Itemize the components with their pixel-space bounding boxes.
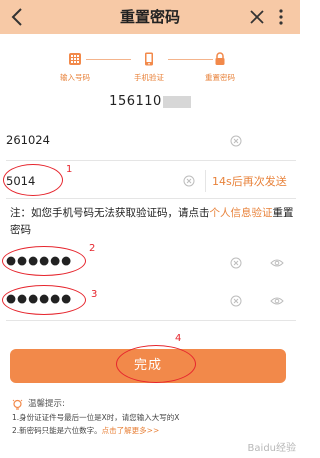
help-note: 注：如您手机号码无法获取验证码，请点击个人信息验证重置密码	[10, 205, 294, 239]
annotation-number: 2	[89, 243, 96, 254]
annotation-number: 3	[91, 289, 98, 300]
clear-icon[interactable]	[230, 135, 242, 147]
watermark: Baidu经验	[248, 439, 296, 454]
divider	[6, 320, 296, 321]
phone-number-mask	[162, 95, 191, 108]
tips-section: 温馨提示: 1.身份证证件号最后一位是X时，请您输入大写的X 2.新密码只能是六…	[12, 398, 292, 437]
tips-heading: 温馨提示:	[12, 398, 292, 411]
eye-icon[interactable]	[270, 258, 284, 268]
divider	[6, 198, 296, 199]
keypad-icon	[69, 53, 81, 65]
tip-line-2-text: 2.新密码只能是六位数字。	[12, 426, 102, 435]
lock-icon	[215, 52, 225, 65]
eye-icon[interactable]	[270, 296, 284, 306]
close-icon[interactable]	[248, 8, 266, 26]
personal-info-verify-link[interactable]: 个人信息验证	[210, 207, 273, 219]
step-label-3: 重置密码	[205, 73, 235, 82]
lightbulb-icon	[12, 399, 23, 410]
annotation-number: 4	[175, 333, 182, 344]
learn-more-link[interactable]: 点击了解更多>>	[102, 426, 160, 435]
note-text: 注：如您手机号码无法获取验证码，请点击	[10, 207, 210, 219]
annotation-circle	[2, 246, 86, 276]
phone-number: 156110	[109, 94, 162, 109]
more-menu-icon[interactable]	[276, 7, 286, 27]
clear-icon[interactable]	[183, 175, 195, 187]
title-bar: 重置密码	[0, 0, 300, 34]
annotation-number: 1	[66, 164, 73, 175]
id-number-field[interactable]: 261024	[0, 122, 300, 160]
resend-code-button[interactable]: 14s后再次发送	[205, 170, 300, 192]
annotation-circle	[2, 285, 86, 315]
phone-number-display: 156110	[0, 94, 300, 122]
annotation-circle	[116, 345, 196, 383]
tips-title: 温馨提示:	[28, 399, 65, 409]
annotation-circle	[3, 164, 63, 196]
step-connector	[168, 59, 213, 60]
mobile-phone-icon	[145, 52, 153, 66]
step-label-2: 手机验证	[134, 73, 164, 82]
id-number-value: 261024	[6, 133, 50, 147]
tip-line-1: 1.身份证证件号最后一位是X时，请您输入大写的X	[12, 413, 180, 422]
divider	[6, 160, 296, 161]
tip-line-2: 2.新密码只能是六位数字。点击了解更多>>	[12, 424, 292, 437]
watermark-text: Baidu经验	[247, 443, 296, 454]
clear-icon[interactable]	[230, 295, 242, 307]
clear-icon[interactable]	[230, 257, 242, 269]
step-label-1: 输入号码	[60, 73, 90, 82]
step-connector	[86, 59, 131, 60]
